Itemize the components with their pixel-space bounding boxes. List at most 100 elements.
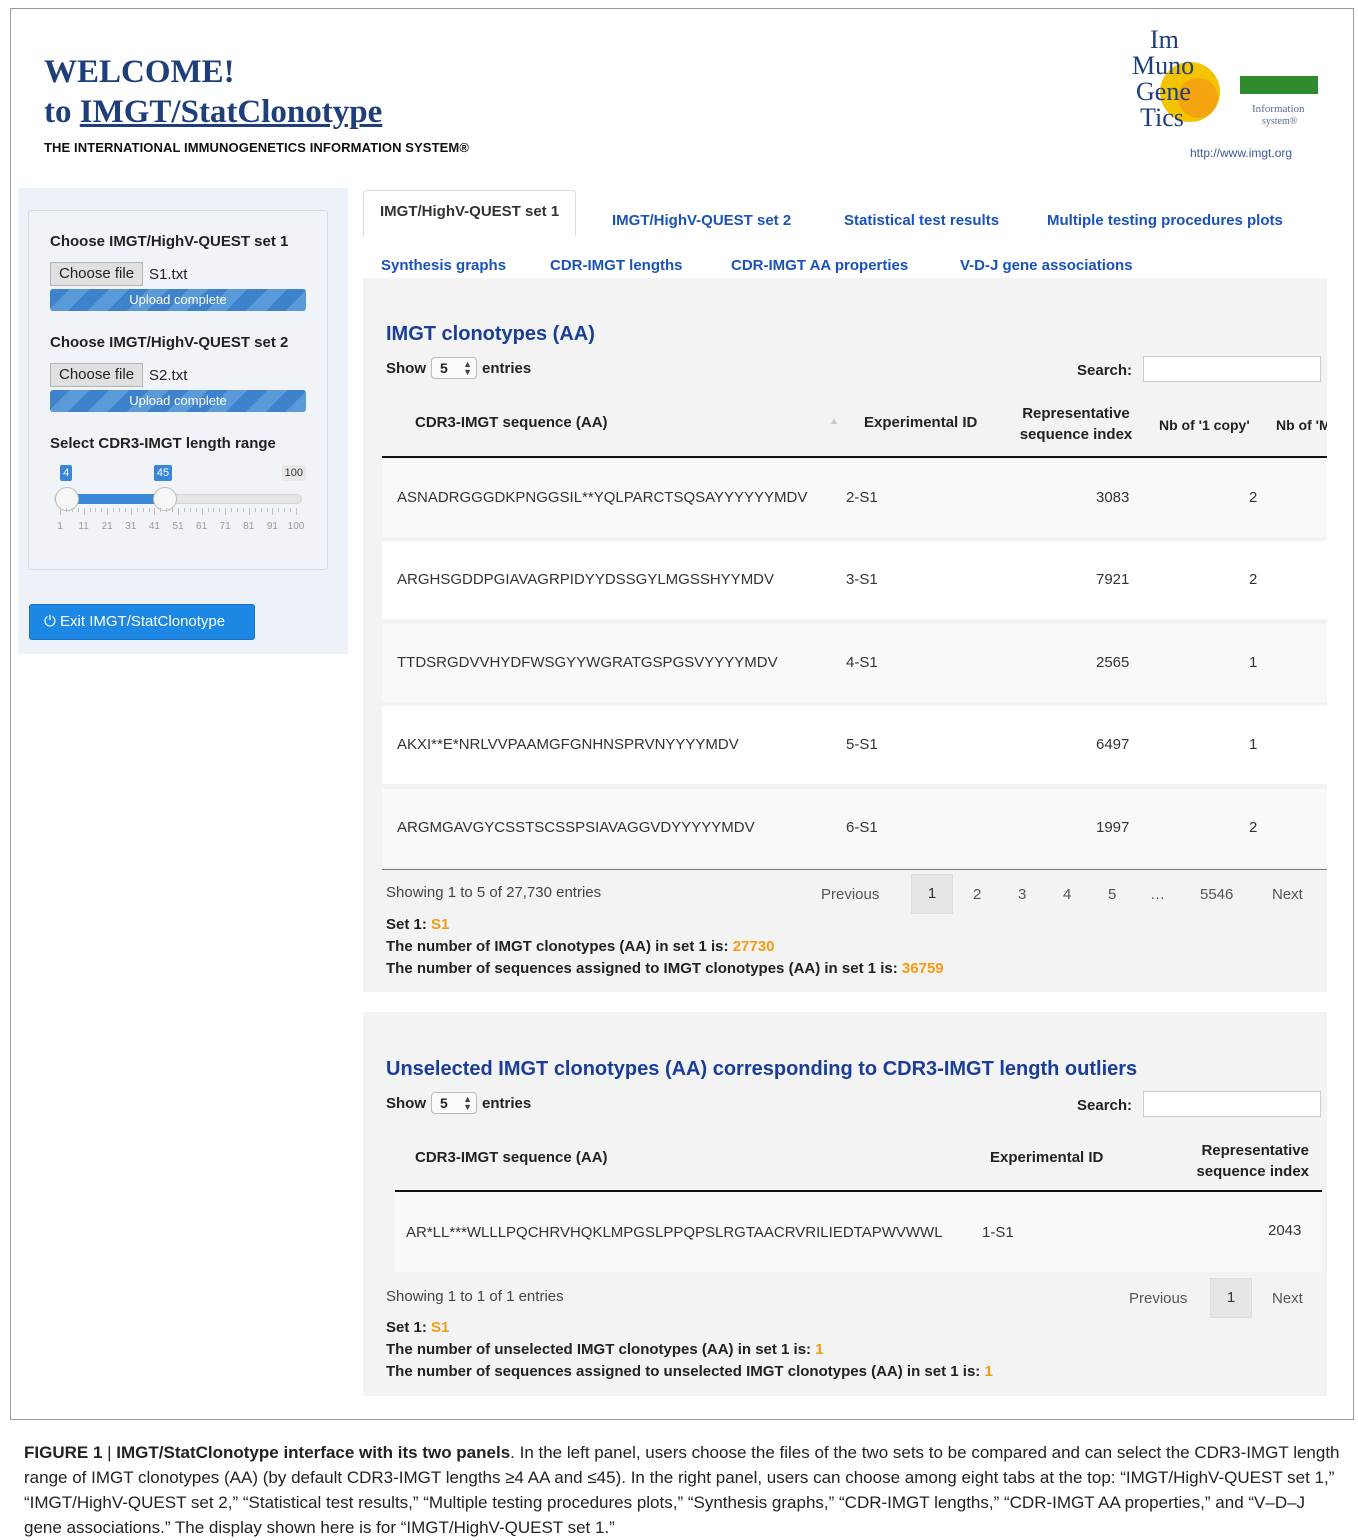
pager-page-last[interactable]: 5546 [1200,886,1233,903]
col-header-experimental-id[interactable]: Experimental ID [990,1147,1103,1168]
sequence-count-label: The number of sequences assigned to IMGT… [386,960,902,977]
unselected-count-note: The number of unselected IMGT clonotypes… [386,1341,824,1358]
pager-page-2[interactable]: 2 [973,886,981,903]
search-input[interactable] [1143,1091,1321,1117]
page-length-select[interactable]: 5 ▲ ▼ [431,357,477,379]
app-title-link[interactable]: IMGT/StatClonotype [80,94,383,130]
slider-tick [272,508,274,515]
unselected-sequence-note: The number of sequences assigned to unse… [386,1363,993,1380]
table-row[interactable]: TTDSRGDVVHYDFWSGYYWGRATGSPGSVYYYYMDV 4-S… [382,624,1327,702]
pager-ellipsis: … [1150,886,1165,903]
slider-tick [195,508,197,512]
pager-page-3[interactable]: 3 [1018,886,1026,903]
set1-file-name: S1.txt [149,265,188,283]
col-header-representative-line2: sequence index [1019,426,1133,443]
pager-page-4[interactable]: 4 [1063,886,1071,903]
set2-label: Choose IMGT/HighV-QUEST set 2 [50,334,289,351]
slider-ticks [60,508,297,516]
tab-set2[interactable]: IMGT/HighV-QUEST set 2 [612,212,791,229]
slider-tick [242,508,244,512]
tab-cdr-aa-properties[interactable]: CDR-IMGT AA properties [731,257,908,274]
length-range-slider[interactable]: 4 45 100 1 11 21 31 41 51 61 71 81 91 100 [50,465,306,545]
exit-button[interactable]: ⏻ Exit IMGT/StatClonotype [29,604,255,640]
unselected-count-value: 1 [815,1341,824,1358]
cell-nb-1-copy: 1 [1249,654,1258,671]
slider-tick [237,508,238,512]
logo-letters-3: Gene [1136,77,1191,106]
slider-tick [136,508,138,512]
pager-next[interactable]: Next [1272,1290,1303,1307]
slider-tick [65,508,67,512]
slider-tick [166,508,168,512]
imgt-url[interactable]: http://www.imgt.org [1190,146,1292,160]
slider-tick [160,508,162,512]
col-header-experimental-id[interactable]: Experimental ID [864,412,977,433]
slider-tick [248,508,250,515]
slider-tick-label: 100 [287,521,305,532]
col-header-representative[interactable]: Representative sequence index [1014,403,1138,445]
sort-icon[interactable]: ▲ [829,416,839,427]
slider-tick-labels: 1 11 21 31 41 51 61 71 81 91 100 [50,521,306,533]
set1-choose-file-button[interactable]: Choose file [50,262,144,286]
page-length-select[interactable]: 5 ▲ ▼ [431,1092,477,1114]
caption-title: IMGT/StatClonotype interface with its tw… [116,1443,511,1462]
pager-previous[interactable]: Previous [1129,1290,1187,1307]
show-label: Show [386,359,426,377]
search-input[interactable] [1143,356,1321,382]
slider-tick [296,508,297,515]
col-header-nb-m[interactable]: Nb of 'M [1276,415,1327,436]
col-header-representative[interactable]: Representative sequence index [1181,1140,1309,1182]
slider-tick [225,508,227,515]
cell-representative-index: 3083 [1096,489,1130,506]
col-header-cdr3[interactable]: CDR3-IMGT sequence (AA) [415,1147,608,1168]
pager-previous[interactable]: Previous [821,886,879,903]
tab-statistical-tests[interactable]: Statistical test results [844,212,999,229]
slider-max-badge: 45 [153,465,173,481]
figure-caption: FIGURE 1 | IMGT/StatClonotype interface … [24,1440,1340,1540]
slider-tick-label: 81 [243,521,255,532]
caption-label: FIGURE 1 [24,1443,103,1462]
slider-tick [83,508,85,515]
slider-tick-label: 11 [78,521,89,532]
slider-tick [107,508,109,515]
pager-page-1[interactable]: 1 [911,874,953,914]
slider-tick [231,508,233,512]
set2-file-input[interactable]: Choose file S2.txt [50,363,306,387]
show-label: Show [386,1094,426,1112]
cell-sequence: ARGHSGDDPGIAVAGRPIDYYDSSGYLMGSSHYYMDV [397,571,775,588]
slider-tick [148,508,150,512]
welcome-to: to [44,94,80,130]
tab-vdj-associations[interactable]: V-D-J gene associations [960,257,1133,274]
clonotype-count-label: The number of IMGT clonotypes (AA) in se… [386,938,733,955]
set1-file-input[interactable]: Choose file S1.txt [50,262,306,286]
tab-multiple-testing[interactable]: Multiple testing procedures plots [1047,212,1283,229]
pager-next[interactable]: Next [1272,886,1303,903]
slider-tick-label: 91 [266,521,278,532]
cell-sequence: AR*LL***WLLLPQCHRVHQKLMPGSLPPQPSLRGTAACR… [406,1224,943,1241]
table-row[interactable]: AKXI**E*NRLVVPAAMGFGNHNSPRVNYYYYMDV 5-S1… [382,706,1327,784]
tab-synthesis-graphs[interactable]: Synthesis graphs [381,257,506,274]
col-header-cdr3[interactable]: CDR3-IMGT sequence (AA) [415,412,608,433]
col-header-representative-line1: Representative [1022,405,1130,422]
cell-experimental-id: 3-S1 [846,571,878,588]
set-note-value: S1 [431,916,450,933]
table-row[interactable]: ASNADRGGGDKPNGGSIL**YQLPARCTSQSAYYYYYYMD… [382,459,1327,537]
table-row[interactable]: AR*LL***WLLLPQCHRVHQKLMPGSLPPQPSLRGTAACR… [395,1192,1322,1272]
slider-tick-label: 21 [101,521,113,532]
cell-experimental-id: 5-S1 [846,736,878,753]
outliers-panel: Unselected IMGT clonotypes (AA) correspo… [363,1012,1327,1396]
logo-tagline-2: system® [1262,116,1298,127]
col-header-nb-1-copy[interactable]: Nb of '1 copy' [1159,415,1250,436]
cell-experimental-id: 2-S1 [846,489,878,506]
cell-sequence: ARGMGAVGYCSSTSCSSPSIAVAGGVDYYYYYMDV [397,819,755,836]
slider-tick [290,508,292,512]
set2-choose-file-button[interactable]: Choose file [50,363,144,387]
logo-tagline-1: Information [1252,103,1305,115]
slider-tick [219,508,221,512]
pager-page-1[interactable]: 1 [1210,1278,1252,1318]
table-row[interactable]: ARGHSGDDPGIAVAGRPIDYYDSSGYLMGSSHYYMDV 3-… [382,541,1327,619]
tab-cdr-lengths[interactable]: CDR-IMGT lengths [550,257,683,274]
tab-set1[interactable]: IMGT/HighV-QUEST set 1 [363,190,577,236]
table-row[interactable]: ARGMGAVGYCSSTSCSSPSIAVAGGVDYYYYYMDV 6-S1… [382,789,1327,867]
pager-page-5[interactable]: 5 [1108,886,1116,903]
